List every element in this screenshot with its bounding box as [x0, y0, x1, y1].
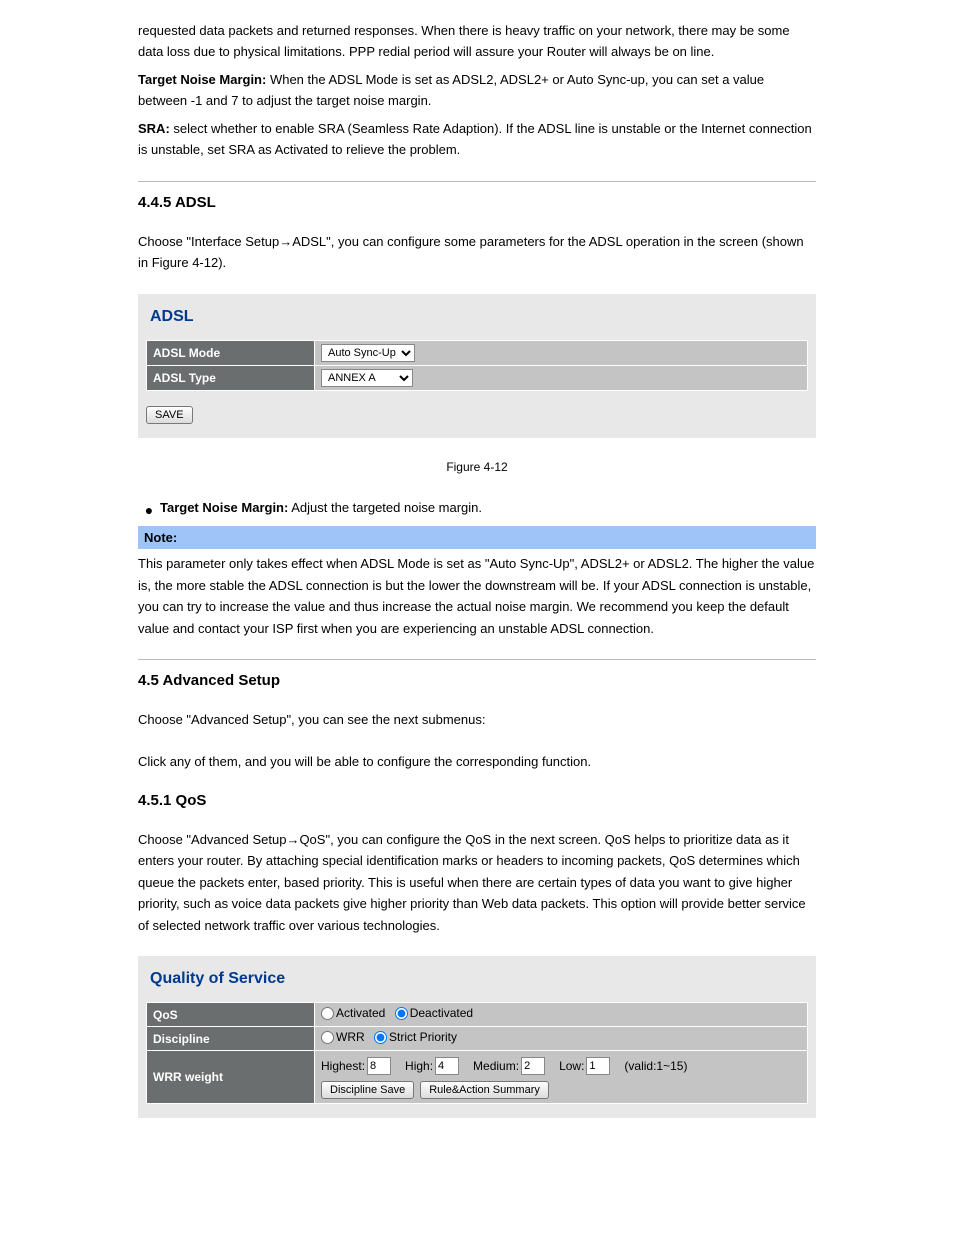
- qos-activated-radio[interactable]: [321, 1007, 334, 1020]
- intro-paragraphs: requested data packets and returned resp…: [138, 20, 816, 161]
- advanced-heading: 4.5 Advanced Setup: [138, 672, 816, 689]
- note-text: This parameter only takes effect when AD…: [138, 553, 816, 639]
- adsl-panel: ADSL ADSL Mode Auto Sync-Up ADSL Type AN…: [138, 294, 816, 438]
- qos-intro: Choose "Advanced Setup→QoS", you can con…: [138, 829, 816, 936]
- wrr-low-input[interactable]: [586, 1057, 610, 1075]
- rule-action-summary-button[interactable]: Rule&Action Summary: [420, 1081, 549, 1099]
- qos-deactivated-radio[interactable]: [395, 1007, 408, 1020]
- save-button[interactable]: SAVE: [146, 406, 193, 424]
- wrr-valid-label: (valid:1~15): [624, 1059, 687, 1073]
- discipline-row-value: WRR Strict Priority: [315, 1027, 808, 1051]
- qos-deactivated-label: Deactivated: [410, 1006, 473, 1020]
- wrrweight-row-label: WRR weight: [147, 1051, 315, 1104]
- figure-caption: Figure 4-12: [138, 458, 816, 478]
- noise-margin-bullet-text: Adjust the targeted noise margin.: [288, 500, 482, 515]
- divider-2: [138, 659, 816, 660]
- qos-row-value: Activated Deactivated: [315, 1003, 808, 1027]
- adsl-intro: Choose "Interface Setup→ADSL", you can c…: [138, 231, 816, 274]
- advanced-intro: Choose "Advanced Setup", you can see the…: [138, 709, 816, 730]
- adsl-mode-cell: Auto Sync-Up: [315, 340, 808, 365]
- discipline-row-label: Discipline: [147, 1027, 315, 1051]
- adsl-type-select[interactable]: ANNEX A: [321, 369, 413, 387]
- adsl-mode-label: ADSL Mode: [147, 340, 315, 365]
- qos-activated-label: Activated: [336, 1006, 385, 1020]
- noise-margin-bullet-label: Target Noise Margin:: [160, 500, 288, 515]
- wrr-highest-label: Highest:: [321, 1059, 365, 1073]
- qos-panel-title: Quality of Service: [150, 970, 804, 988]
- noise-margin-bullet: ● Target Noise Margin: Adjust the target…: [138, 497, 816, 522]
- discipline-strict-label: Strict Priority: [389, 1030, 457, 1044]
- adsl-type-cell: ANNEX A: [315, 365, 808, 390]
- qos-row-label: QoS: [147, 1003, 315, 1027]
- qos-form-table: QoS Activated Deactivated Discipline: [146, 1002, 808, 1104]
- adsl-form-table: ADSL Mode Auto Sync-Up ADSL Type ANNEX A: [146, 340, 808, 391]
- discipline-wrr-label: WRR: [336, 1030, 365, 1044]
- intro-para-1: requested data packets and returned resp…: [138, 20, 816, 63]
- adsl-mode-select[interactable]: Auto Sync-Up: [321, 344, 415, 362]
- discipline-strict-radio[interactable]: [374, 1031, 387, 1044]
- adsl-type-label: ADSL Type: [147, 365, 315, 390]
- wrr-low-label: Low:: [559, 1059, 584, 1073]
- wrrweight-row-value: Highest: High: Medium: Low:: [315, 1051, 808, 1104]
- intro-sra-label: SRA:: [138, 121, 170, 136]
- advanced-intro2: Click any of them, and you will be able …: [138, 751, 816, 772]
- discipline-wrr-radio[interactable]: [321, 1031, 334, 1044]
- wrr-highest-input[interactable]: [367, 1057, 391, 1075]
- adsl-panel-title: ADSL: [150, 308, 804, 326]
- discipline-save-button[interactable]: Discipline Save: [321, 1081, 414, 1099]
- intro-noise-margin-label: Target Noise Margin:: [138, 72, 266, 87]
- note-bar: Note:: [138, 526, 816, 549]
- divider: [138, 181, 816, 182]
- adsl-heading: 4.4.5 ADSL: [138, 194, 816, 211]
- bullet-icon: ●: [138, 497, 160, 522]
- wrr-high-input[interactable]: [435, 1057, 459, 1075]
- intro-sra-text: select whether to enable SRA (Seamless R…: [138, 121, 812, 157]
- qos-heading: 4.5.1 QoS: [138, 792, 816, 809]
- qos-panel: Quality of Service QoS Activated Deactiv…: [138, 956, 816, 1118]
- wrr-high-label: High:: [405, 1059, 433, 1073]
- intro-sra: SRA: select whether to enable SRA (Seaml…: [138, 118, 816, 161]
- intro-noise-margin: Target Noise Margin: When the ADSL Mode …: [138, 69, 816, 112]
- wrr-medium-label: Medium:: [473, 1059, 519, 1073]
- wrr-medium-input[interactable]: [521, 1057, 545, 1075]
